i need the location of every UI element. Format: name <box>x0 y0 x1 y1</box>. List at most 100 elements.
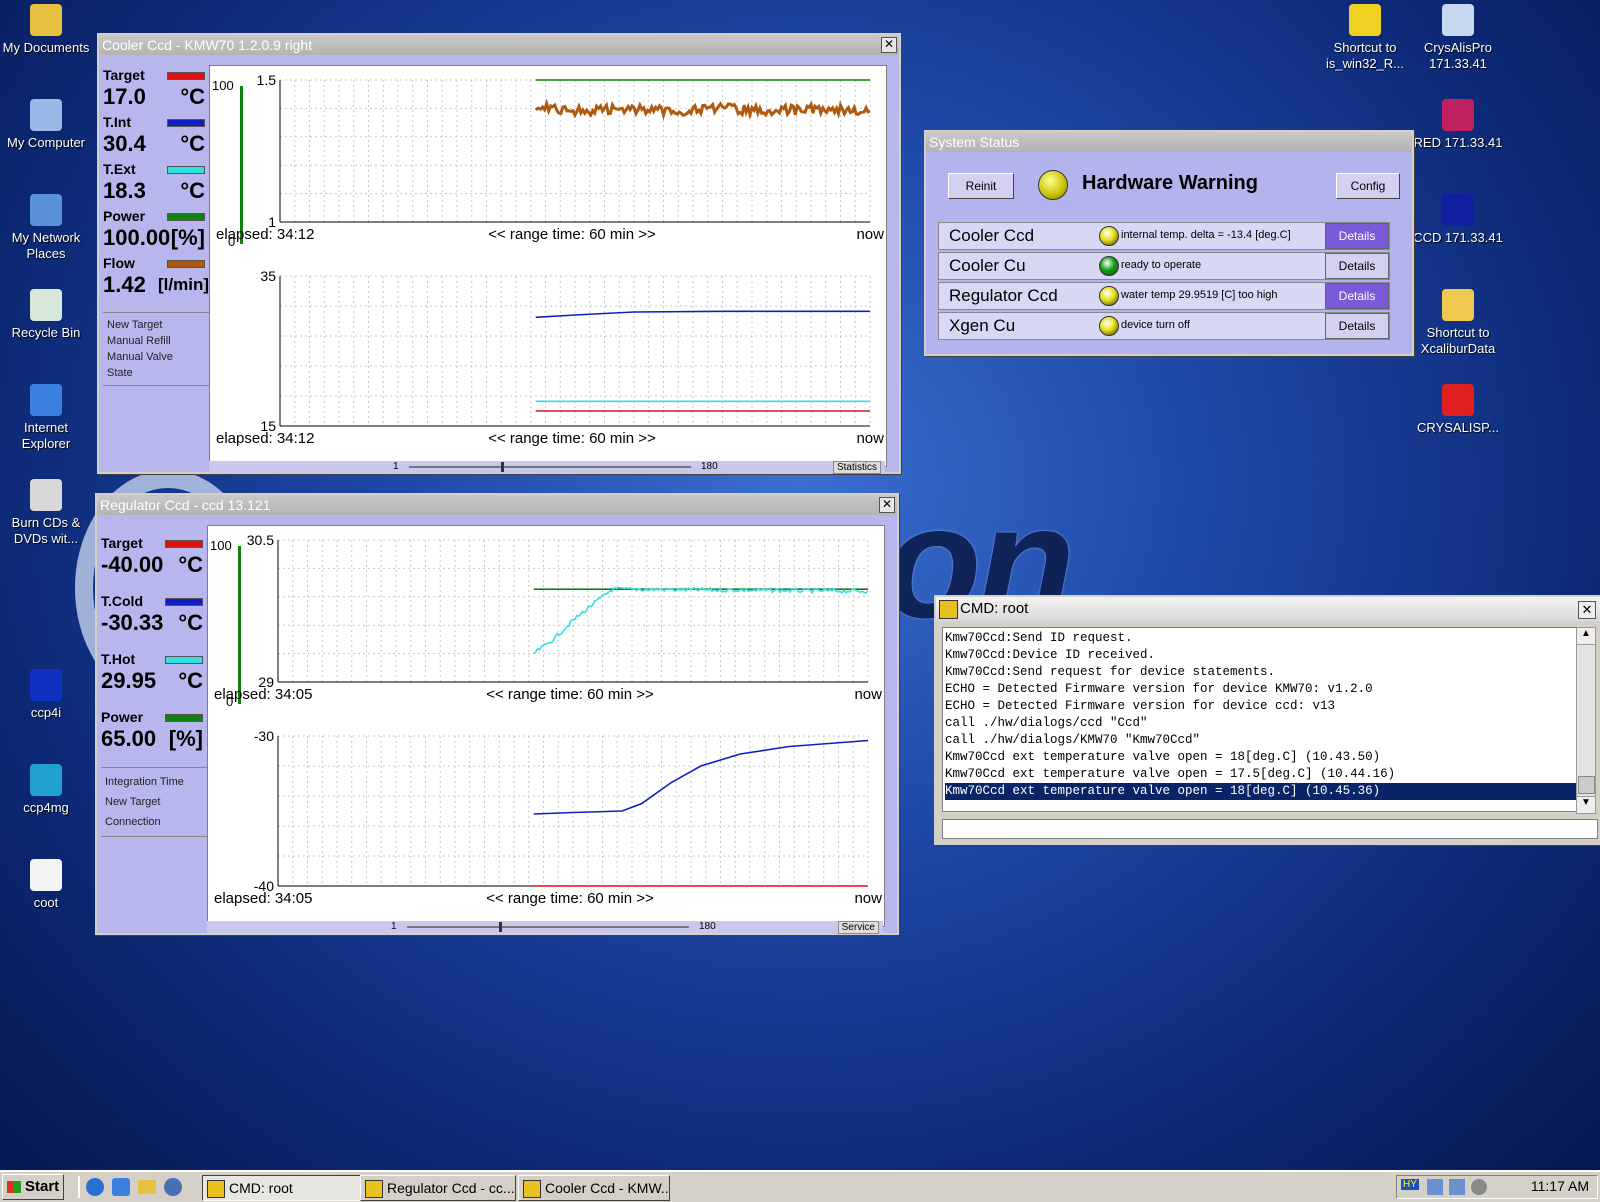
range-time-label[interactable]: << range time: 60 min >> <box>486 890 654 907</box>
close-icon[interactable]: ✕ <box>881 37 897 53</box>
log-line[interactable]: Kmw70Ccd:Send request for device stateme… <box>945 664 1577 681</box>
time-slider[interactable]: 1 180 Service <box>207 921 883 934</box>
menu-item-new-target[interactable]: New Target <box>107 317 213 333</box>
log-line[interactable]: Kmw70Ccd ext temperature valve open = 18… <box>945 749 1577 766</box>
title-bar[interactable]: CMD: root ✕ <box>936 597 1600 621</box>
details-button[interactable]: Details <box>1325 313 1389 339</box>
time-slider[interactable]: 1 180 Statistics <box>209 461 885 474</box>
details-button[interactable]: Details <box>1325 253 1389 279</box>
menu-item-new-target[interactable]: New Target <box>105 792 211 812</box>
log-line[interactable]: Kmw70Ccd:Device ID received. <box>945 647 1577 664</box>
scrollbar[interactable]: ▲ ▼ <box>1576 627 1596 814</box>
cmd-output[interactable]: Kmw70Ccd:Send ID request. Kmw70Ccd:Device… <box>942 627 1578 812</box>
title-bar[interactable]: System Status <box>926 132 1412 152</box>
menu-item-integration-time[interactable]: Integration Time <box>105 772 211 792</box>
desktop-icon-my-documents[interactable]: My Documents <box>1 4 91 56</box>
slider-thumb[interactable] <box>499 922 502 932</box>
task-regulator[interactable]: Regulator Ccd - cc... <box>360 1175 516 1201</box>
desktop-icon-label: RED 171.33.41 <box>1413 135 1503 150</box>
readout-label-text: Target <box>101 535 143 551</box>
details-button[interactable]: Details <box>1325 283 1389 309</box>
menu-item-manual-valve[interactable]: Manual Valve <box>107 349 213 365</box>
desktop-icon-red-171-33-41[interactable]: RED 171.33.41 <box>1413 99 1503 151</box>
desktop-icon-shortcut-to-is-win32-r[interactable]: Shortcut to is_win32_R... <box>1320 4 1410 72</box>
cmd-input[interactable] <box>942 819 1598 839</box>
language-indicator[interactable]: HY <box>1401 1179 1419 1190</box>
title-bar[interactable]: Regulator Ccd - ccd 13.121 ✕ <box>97 495 897 515</box>
regulator-ccd-window[interactable]: Regulator Ccd - ccd 13.121 ✕ Target -40.0… <box>95 493 899 935</box>
system-status-window[interactable]: System Status Reinit Hardware Warning Co… <box>924 130 1414 356</box>
desktop-icon-coot[interactable]: coot <box>1 859 91 911</box>
readout-t-cold: T.Cold -30.33 °C <box>101 593 207 637</box>
cooler-ccd-window[interactable]: Cooler Ccd - KMW70 1.2.0.9 right ✕ Targe… <box>97 33 901 474</box>
log-line[interactable]: Kmw70Ccd ext temperature valve open = 18… <box>945 783 1577 800</box>
readout-label-text: Target <box>103 67 145 83</box>
scroll-down-icon[interactable]: ▼ <box>1577 796 1595 813</box>
reinit-button[interactable]: Reinit <box>948 173 1014 199</box>
desktop-icon-burn-cds-dvds-wit[interactable]: Burn CDs & DVDs wit... <box>1 479 91 547</box>
menu-item-state[interactable]: State <box>107 365 213 381</box>
status-row-xgen-cu: Xgen Cu device turn off Details <box>938 312 1390 340</box>
computer-icon <box>30 99 62 131</box>
network2-tray-icon[interactable] <box>1449 1179 1465 1195</box>
task-cooler[interactable]: Cooler Ccd - KMW... <box>518 1175 670 1201</box>
desktop-icon-my-network-places[interactable]: My Network Places <box>1 194 91 262</box>
start-button[interactable]: Start <box>2 1174 64 1200</box>
range-time-label[interactable]: << range time: 60 min >> <box>486 686 654 703</box>
folder-quicklaunch-icon[interactable] <box>138 1180 156 1194</box>
menu-item-connection[interactable]: Connection <box>105 812 211 832</box>
desktop-icon-recycle-bin[interactable]: Recycle Bin <box>1 289 91 341</box>
network-tray-icon[interactable] <box>1427 1179 1443 1195</box>
readout-unit: [%] <box>168 726 203 751</box>
log-line[interactable]: call ./hw/dialogs/ccd "Ccd" <box>945 715 1577 732</box>
service-button[interactable]: Service <box>837 921 879 934</box>
log-line[interactable]: ECHO = Detected Firmware version for dev… <box>945 681 1577 698</box>
cmd-window[interactable]: CMD: root ✕ Kmw70Ccd:Send ID request. Kmw… <box>934 595 1600 845</box>
log-line[interactable]: call ./hw/dialogs/KMW70 "Kmw70Ccd" <box>945 732 1577 749</box>
flow-chart: 1.51elapsed: 34:12 << range time: 60 min … <box>216 72 884 243</box>
desktop-icon-my-computer[interactable]: My Computer <box>1 99 91 151</box>
desktop-icon-crysalisp[interactable]: CRYSALISP... <box>1413 384 1503 436</box>
statistics-button[interactable]: Statistics <box>832 461 881 474</box>
slider-track[interactable] <box>407 926 689 928</box>
desktop-icon-ccd-171-33-41[interactable]: CCD 171.33.41 <box>1413 194 1503 246</box>
desktop-icon-ccp4i[interactable]: ccp4i <box>1 669 91 721</box>
system-tray: HY 11:17 AM <box>1396 1175 1598 1199</box>
device-name: Cooler Ccd <box>949 226 1035 245</box>
details-button[interactable]: Details <box>1325 223 1389 249</box>
globe-quicklaunch-icon[interactable] <box>164 1178 182 1196</box>
title-bar[interactable]: Cooler Ccd - KMW70 1.2.0.9 right ✕ <box>99 35 899 55</box>
sync-tray-icon[interactable] <box>1471 1179 1487 1195</box>
close-icon[interactable]: ✕ <box>1578 601 1596 619</box>
slider-thumb[interactable] <box>501 462 504 472</box>
slider-track[interactable] <box>409 466 691 468</box>
cmd-app-icon <box>939 600 958 619</box>
desktop-icon-ccp4mg[interactable]: ccp4mg <box>1 764 91 816</box>
slider-max: 180 <box>701 461 718 472</box>
readout-unit: °C <box>178 668 203 693</box>
log-line[interactable]: Kmw70Ccd:Send ID request. <box>945 630 1577 647</box>
desktop-icon-crysalispro-171-33-41[interactable]: CrysAlisPro 171.33.41 <box>1413 4 1503 72</box>
readout-number: 1.42 <box>103 272 146 297</box>
ie-quicklaunch-icon[interactable] <box>86 1178 104 1196</box>
desktop-icon-shortcut-to-xcaliburdata[interactable]: Shortcut to XcaliburData <box>1413 289 1503 357</box>
taskbar: Start CMD: root Regulator Ccd - cc... Co… <box>0 1170 1600 1202</box>
range-time-label[interactable]: << range time: 60 min >> <box>488 226 656 243</box>
scroll-up-icon[interactable]: ▲ <box>1577 628 1595 645</box>
close-icon[interactable]: ✕ <box>879 497 895 513</box>
config-button[interactable]: Config <box>1336 173 1400 199</box>
menu-item-manual-refill[interactable]: Manual Refill <box>107 333 213 349</box>
log-line[interactable]: Kmw70Ccd ext temperature valve open = 17… <box>945 766 1577 783</box>
task-cmd[interactable]: CMD: root <box>202 1175 362 1201</box>
desktop-icon-internet-explorer[interactable]: Internet Explorer <box>1 384 91 452</box>
log-line[interactable]: ECHO = Detected Firmware version for dev… <box>945 698 1577 715</box>
refresh-quicklaunch-icon[interactable] <box>112 1178 130 1196</box>
readout-label: Flow <box>103 255 209 271</box>
shortcut-icon <box>1349 4 1381 36</box>
range-time-label[interactable]: << range time: 60 min >> <box>488 430 656 447</box>
scroll-thumb[interactable] <box>1578 776 1595 794</box>
hot-side-chart: 30.529elapsed: 34:05 << range time: 60 mi… <box>214 532 882 703</box>
coot-icon <box>30 859 62 891</box>
device-name: Cooler Cu <box>949 256 1026 275</box>
task-label: Cooler Ccd - KMW... <box>545 1180 670 1196</box>
